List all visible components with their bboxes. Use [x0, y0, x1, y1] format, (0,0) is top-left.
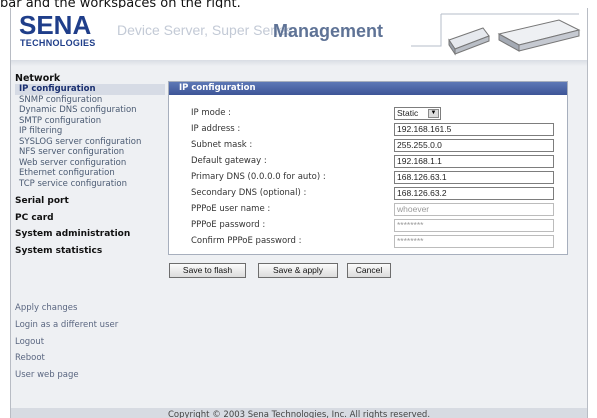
- form-row-confirm-pppoe-password: Confirm PPPoE password : ********: [169, 235, 567, 249]
- nav-item-ip-filtering[interactable]: IP filtering: [15, 126, 165, 137]
- nav-group-pc-card[interactable]: PC card: [15, 210, 165, 227]
- nav-section-network[interactable]: Network: [15, 73, 165, 84]
- header-divider: [11, 60, 587, 66]
- ip-address-input[interactable]: 192.168.161.5: [394, 123, 554, 136]
- login-different-user-link[interactable]: Login as a different user: [15, 317, 165, 334]
- header-title: Management: [273, 21, 384, 41]
- form-row-subnet-mask: Subnet mask : 255.255.0.0: [169, 139, 567, 153]
- cancel-button[interactable]: Cancel: [347, 263, 391, 278]
- nav-item-syslog-server-configuration[interactable]: SYSLOG server configuration: [15, 137, 165, 148]
- form-row-primary-dns: Primary DNS (0.0.0.0 for auto) : 168.126…: [169, 171, 567, 185]
- nav-group-system-administration[interactable]: System administration: [15, 226, 165, 243]
- sidebar: Network IP configuration SNMP configurat…: [15, 71, 165, 259]
- pppoe-password-label: PPPoE password :: [191, 220, 266, 230]
- nav-group-system-statistics[interactable]: System statistics: [15, 243, 165, 260]
- nav-group-serial-port[interactable]: Serial port: [15, 193, 165, 210]
- ip-configuration-panel: IP configuration IP mode : Static ▼ IP a…: [168, 81, 568, 255]
- pppoe-password-input[interactable]: ********: [394, 219, 554, 232]
- subnet-mask-label: Subnet mask :: [191, 140, 253, 150]
- reboot-link[interactable]: Reboot: [15, 350, 165, 367]
- form-row-pppoe-user-name: PPPoE user name : whoever: [169, 203, 567, 217]
- top-caption: bar and the workspaces on the right.: [0, 0, 241, 8]
- header-subtitle: Device Server, Super Series: [117, 22, 293, 38]
- ip-mode-select[interactable]: Static ▼: [394, 107, 441, 120]
- nav-item-ip-configuration[interactable]: IP configuration: [15, 84, 165, 95]
- pppoe-user-name-label: PPPoE user name :: [191, 204, 271, 214]
- user-web-page-link[interactable]: User web page: [15, 367, 165, 384]
- nav-item-dynamic-dns-configuration[interactable]: Dynamic DNS configuration: [15, 105, 165, 116]
- primary-dns-input[interactable]: 168.126.63.1: [394, 171, 554, 184]
- default-gateway-input[interactable]: 192.168.1.1: [394, 155, 554, 168]
- device-server-icon: [448, 27, 490, 56]
- nav-item-ethernet-configuration[interactable]: Ethernet configuration: [15, 168, 165, 179]
- dropdown-arrow-icon[interactable]: ▼: [428, 109, 439, 118]
- logout-link[interactable]: Logout: [15, 334, 165, 351]
- pppoe-user-name-input[interactable]: whoever: [394, 203, 554, 216]
- panel-title: IP configuration: [169, 82, 567, 95]
- logo-subtext: TECHNOLOGIES: [20, 38, 96, 48]
- ip-address-label: IP address :: [191, 124, 241, 134]
- form-row-pppoe-password: PPPoE password : ********: [169, 219, 567, 233]
- header: SENA TECHNOLOGIES Device Server, Super S…: [11, 8, 587, 66]
- rack-device-icon: [497, 19, 581, 52]
- save-and-apply-button[interactable]: Save & apply: [258, 263, 338, 278]
- nav-item-nfs-server-configuration[interactable]: NFS server configuration: [15, 147, 165, 158]
- logo: SENA: [19, 10, 92, 40]
- nav-item-snmp-configuration[interactable]: SNMP configuration: [15, 95, 165, 106]
- subnet-mask-input[interactable]: 255.255.0.0: [394, 139, 554, 152]
- form-row-secondary-dns: Secondary DNS (optional) : 168.126.63.2: [169, 187, 567, 201]
- confirm-pppoe-password-input[interactable]: ********: [394, 235, 554, 248]
- apply-changes-link[interactable]: Apply changes: [15, 300, 165, 317]
- nav-item-smtp-configuration[interactable]: SMTP configuration: [15, 116, 165, 127]
- primary-dns-label: Primary DNS (0.0.0.0 for auto) :: [191, 172, 326, 182]
- action-links: Apply changes Login as a different user …: [15, 300, 165, 384]
- default-gateway-label: Default gateway :: [191, 156, 267, 166]
- nav-item-tcp-service-configuration[interactable]: TCP service configuration: [15, 179, 165, 190]
- form-row-ip-mode: IP mode : Static ▼: [169, 107, 567, 121]
- form-row-ip-address: IP address : 192.168.161.5: [169, 123, 567, 137]
- nav-item-web-server-configuration[interactable]: Web server configuration: [15, 158, 165, 169]
- form-row-default-gateway: Default gateway : 192.168.1.1: [169, 155, 567, 169]
- ip-mode-value: Static: [397, 108, 419, 118]
- ip-mode-label: IP mode :: [191, 108, 232, 118]
- secondary-dns-input[interactable]: 168.126.63.2: [394, 187, 554, 200]
- app-window: SENA TECHNOLOGIES Device Server, Super S…: [10, 8, 588, 418]
- secondary-dns-label: Secondary DNS (optional) :: [191, 188, 307, 198]
- confirm-pppoe-password-label: Confirm PPPoE password :: [191, 236, 302, 246]
- footer-copyright: Copyright © 2003 Sena Technologies, Inc.…: [11, 408, 587, 418]
- save-to-flash-button[interactable]: Save to flash: [169, 263, 246, 278]
- device-image: [411, 13, 581, 56]
